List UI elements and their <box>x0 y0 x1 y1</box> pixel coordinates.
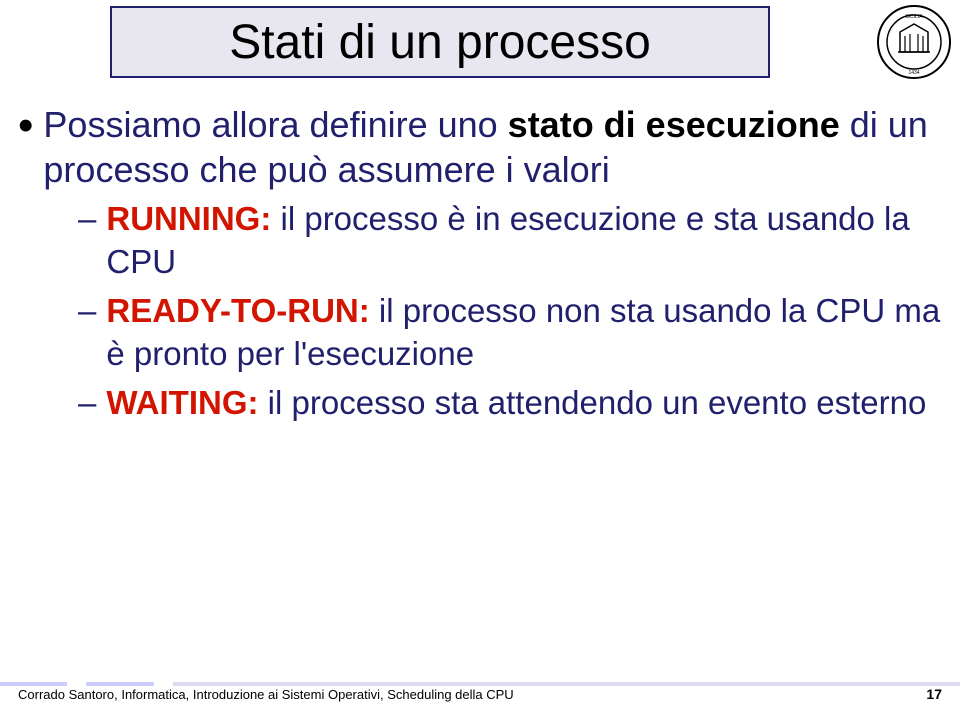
university-seal-icon: SICILIA 1434 <box>876 4 952 80</box>
running-label: RUNNING: <box>106 200 271 237</box>
slide: Stati di un processo SICILIA 1434 • Poss… <box>0 0 960 716</box>
svg-text:1434: 1434 <box>908 70 919 76</box>
bullet-dot-icon: • <box>18 102 33 150</box>
slide-title: Stati di un processo <box>229 15 651 70</box>
footer: Corrado Santoro, Informatica, Introduzio… <box>0 674 960 702</box>
main-bullet: • Possiamo allora definire uno stato di … <box>18 102 942 192</box>
sub-waiting-text: WAITING: il processo sta attendendo un e… <box>106 382 926 425</box>
waiting-desc: il processo sta attendendo un evento est… <box>259 384 927 421</box>
sub-ready-text: READY-TO-RUN: il processo non sta usando… <box>106 290 942 376</box>
content-area: • Possiamo allora definire uno stato di … <box>18 102 942 430</box>
footer-decor-bar <box>0 682 960 686</box>
title-box: Stati di un processo <box>110 6 770 78</box>
footer-text: Corrado Santoro, Informatica, Introduzio… <box>18 687 514 702</box>
svg-text:SICILIA: SICILIA <box>905 14 923 20</box>
dash-icon: – <box>78 198 96 241</box>
main-bullet-text: Possiamo allora definire uno stato di es… <box>43 102 942 192</box>
main-text-bold: stato di esecuzione <box>508 104 840 145</box>
page-number: 17 <box>926 686 942 702</box>
sub-item-ready: – READY-TO-RUN: il processo non sta usan… <box>78 290 942 376</box>
sub-item-waiting: – WAITING: il processo sta attendendo un… <box>78 382 942 425</box>
dash-icon: – <box>78 382 96 425</box>
main-text-prefix: Possiamo allora definire uno <box>43 104 507 145</box>
waiting-label: WAITING: <box>106 384 258 421</box>
ready-label: READY-TO-RUN: <box>106 292 369 329</box>
sub-running-text: RUNNING: il processo è in esecuzione e s… <box>106 198 942 284</box>
dash-icon: – <box>78 290 96 333</box>
sub-item-running: – RUNNING: il processo è in esecuzione e… <box>78 198 942 284</box>
sub-list: – RUNNING: il processo è in esecuzione e… <box>18 198 942 424</box>
